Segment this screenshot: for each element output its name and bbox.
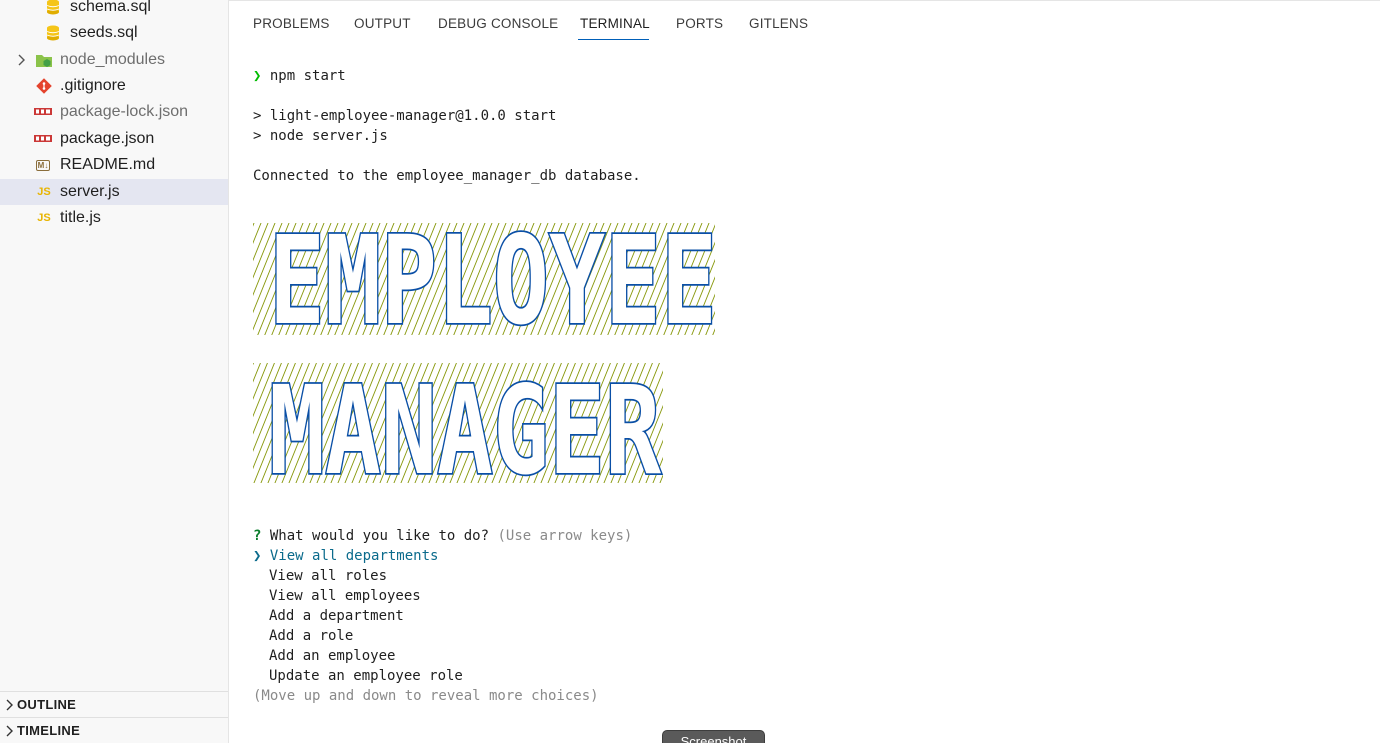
explorer-sidebar: schema.sql seeds.sql node_modules .gitig… (0, 0, 229, 743)
git-icon (35, 77, 53, 95)
file-label: schema.sql (70, 0, 151, 15)
question-text: What would you like to do? (269, 528, 490, 544)
outline-section-header[interactable]: OUTLINE (0, 691, 228, 717)
command-text: npm start (269, 68, 346, 84)
node-folder-icon (35, 51, 53, 69)
file-readme-md[interactable]: M↓ README.md (0, 152, 228, 178)
choice-selected[interactable]: ❯ View all departments (253, 546, 438, 566)
banner-word-manager: MANAGER (269, 360, 661, 485)
question-hint: (Use arrow keys) (497, 528, 633, 544)
command-line: ❯ npm start (253, 66, 346, 86)
choice-item[interactable]: Add a department (269, 606, 404, 626)
database-icon (44, 24, 62, 42)
chevron-right-icon (4, 724, 14, 738)
banner-word-employee: EMPLOYEE (269, 223, 717, 352)
choice-label: View all departments (269, 548, 439, 564)
timeline-section-header[interactable]: TIMELINE (0, 717, 228, 743)
database-icon (44, 0, 62, 16)
npm-icon (34, 130, 52, 148)
tab-ports[interactable]: PORTS (676, 16, 723, 31)
file-label: server.js (60, 183, 120, 200)
active-tab-indicator (578, 39, 649, 40)
pointer-icon: ❯ (253, 548, 262, 564)
file-label: .gitignore (60, 77, 126, 94)
file-label: seeds.sql (70, 24, 138, 41)
js-icon: JS (37, 186, 51, 198)
file-label: package-lock.json (60, 103, 189, 120)
file-title-js[interactable]: JS title.js (0, 205, 228, 231)
script-line: > light-employee-manager@1.0.0 start (253, 108, 557, 124)
tab-problems[interactable]: PROBLEMS (253, 16, 330, 31)
section-label: OUTLINE (17, 697, 77, 712)
file-package-lock-json[interactable]: package-lock.json (0, 99, 228, 125)
choice-item[interactable]: Add an employee (269, 646, 395, 666)
section-label: TIMELINE (17, 723, 81, 738)
file-label: title.js (60, 209, 101, 226)
connected-message: Connected to the employee_manager_db dat… (253, 168, 641, 184)
tab-output[interactable]: OUTPUT (354, 16, 411, 31)
chevron-right-icon[interactable] (14, 53, 28, 67)
file-gitignore[interactable]: .gitignore (0, 73, 228, 99)
choice-item[interactable]: Update an employee role (269, 666, 463, 686)
file-schema-sql[interactable]: schema.sql (0, 0, 228, 20)
more-choices-hint: (Move up and down to reveal more choices… (253, 688, 599, 704)
js-icon: JS (37, 212, 51, 224)
file-package-json[interactable]: package.json (0, 126, 228, 152)
npm-icon (34, 103, 52, 121)
ascii-banner: EMPLOYEE MANAGER (253, 223, 719, 485)
bottom-panel: PROBLEMS OUTPUT DEBUG CONSOLE TERMINAL P… (229, 0, 1380, 743)
choice-item[interactable]: View all roles (269, 566, 387, 586)
screenshot-button[interactable]: Screenshot (662, 730, 765, 743)
node-line: > node server.js (253, 128, 388, 144)
chevron-right-icon (4, 698, 14, 712)
panel-tabs: PROBLEMS OUTPUT DEBUG CONSOLE TERMINAL P… (229, 1, 1380, 47)
choice-item[interactable]: View all employees (269, 586, 421, 606)
tab-debug-console[interactable]: DEBUG CONSOLE (438, 16, 558, 31)
markdown-badge: M↓ (35, 159, 51, 171)
prompt-symbol: ❯ (253, 68, 262, 84)
folder-label: node_modules (60, 51, 165, 68)
file-label: README.md (60, 156, 156, 173)
file-label: package.json (60, 130, 155, 147)
tab-gitlens[interactable]: GITLENS (749, 16, 808, 31)
file-server-js[interactable]: JS server.js (0, 179, 228, 205)
tab-terminal[interactable]: TERMINAL (580, 16, 650, 31)
file-seeds-sql[interactable]: seeds.sql (0, 20, 228, 46)
question-mark: ? (253, 528, 262, 544)
prompt-question: ? What would you like to do? (Use arrow … (253, 526, 632, 546)
folder-node-modules[interactable]: node_modules (0, 47, 228, 73)
choice-item[interactable]: Add a role (269, 626, 353, 646)
markdown-icon: M↓ (34, 156, 52, 174)
